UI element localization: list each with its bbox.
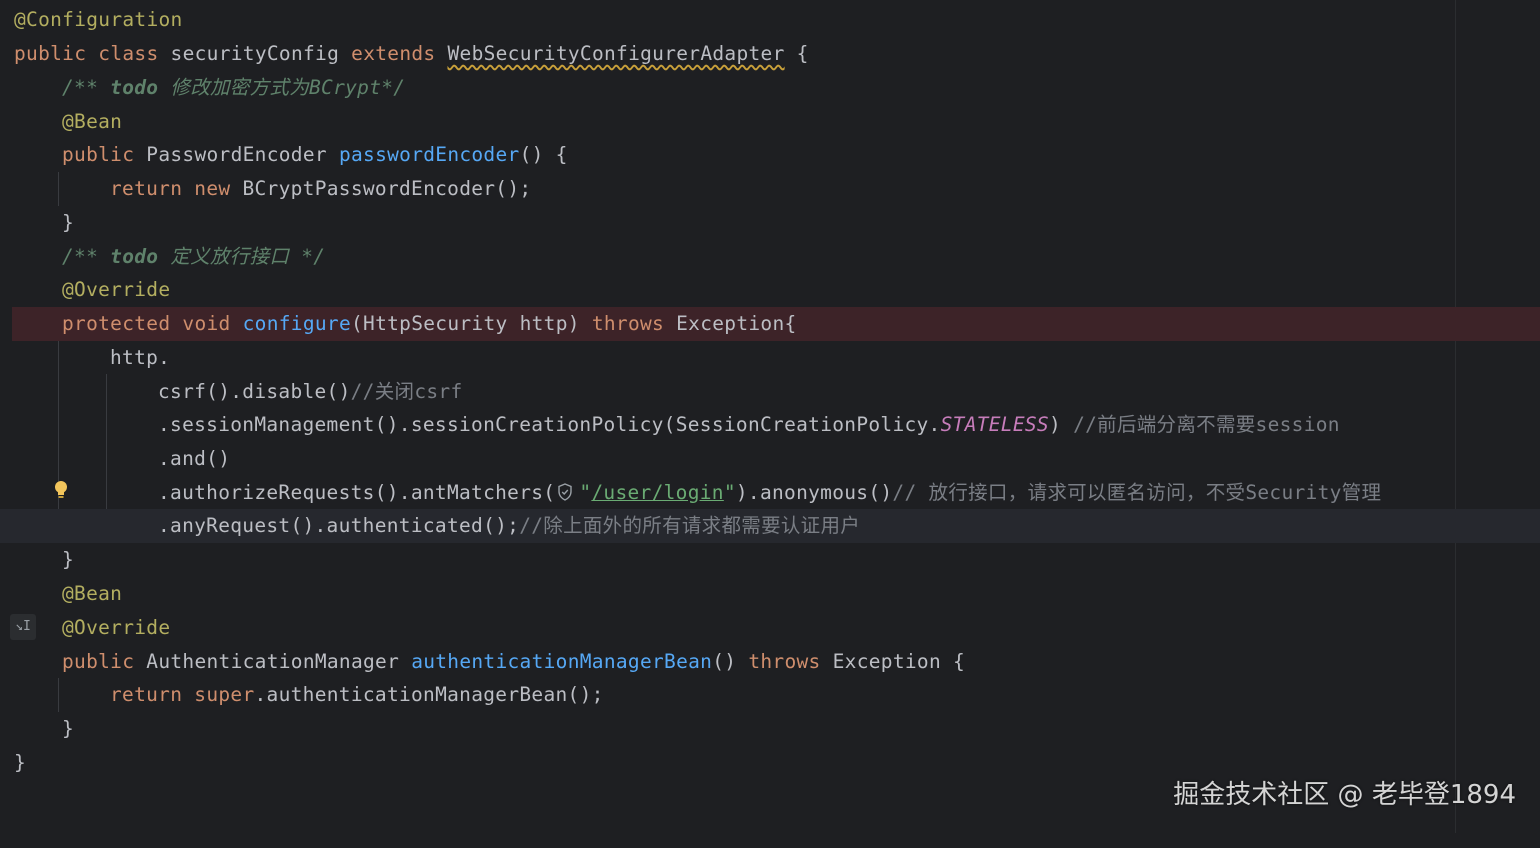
code-line-20[interactable]: public AuthenticationManager authenticat… — [0, 645, 1540, 679]
code-line-15[interactable]: .authorizeRequests().antMatchers( "/user/… — [0, 476, 1540, 510]
code-text: () — [712, 650, 737, 673]
class-name: securityConfig — [170, 42, 340, 65]
code-line-12[interactable]: csrf().disable()//关闭csrf — [0, 375, 1540, 409]
method-name[interactable]: configure — [243, 312, 351, 335]
code-line-4[interactable]: @Bean — [0, 105, 1540, 139]
return-type: AuthenticationManager — [146, 650, 400, 673]
annotation: @Override — [62, 278, 171, 301]
brace: } — [14, 751, 27, 774]
brace: } — [62, 211, 75, 234]
keyword: public — [14, 42, 87, 65]
code-text: ) — [1048, 413, 1062, 436]
code-text: .anyRequest().authenticated(); — [158, 514, 520, 537]
doc-text: 定义放行接口 */ — [170, 245, 326, 268]
code-text: () { — [519, 143, 568, 166]
code-line-11[interactable]: http. — [0, 341, 1540, 375]
code-text: BCryptPasswordEncoder(); — [242, 177, 532, 200]
code-line-8[interactable]: /** todo 定义放行接口 */ — [0, 240, 1540, 274]
code-text: csrf().disable() — [158, 380, 351, 403]
shield-icon[interactable] — [555, 482, 575, 502]
keyword: return — [110, 683, 183, 706]
override-gutter-icon[interactable]: ↘I — [10, 614, 36, 640]
url-string[interactable]: /user/login — [591, 481, 723, 504]
code-editor[interactable]: @Configuration public class securityConf… — [0, 0, 1540, 833]
todo-tag: todo — [110, 245, 159, 268]
keyword: public — [62, 650, 135, 673]
code-line-19[interactable]: @Override — [0, 611, 1540, 645]
params: (HttpSecurity http) — [351, 312, 580, 335]
comment: // 放行接口，请求可以匿名访问，不受Security管理 — [892, 481, 1382, 504]
lightbulb-icon[interactable] — [54, 480, 68, 500]
keyword: return — [110, 177, 183, 200]
code-line-10-error-highlight[interactable]: protected void configure(HttpSecurity ht… — [12, 307, 1540, 341]
code-line-5[interactable]: public PasswordEncoder passwordEncoder()… — [0, 138, 1540, 172]
code-line-7[interactable]: } — [0, 206, 1540, 240]
keyword: new — [194, 177, 231, 200]
annotation: @Bean — [62, 110, 123, 133]
comment: //关闭csrf — [350, 380, 463, 403]
keyword: extends — [351, 42, 436, 65]
method-name[interactable]: passwordEncoder — [339, 143, 520, 166]
brace: } — [62, 717, 75, 740]
return-type: PasswordEncoder — [146, 143, 327, 166]
code-line-17[interactable]: } — [0, 543, 1540, 577]
code-line-22[interactable]: } — [0, 712, 1540, 746]
keyword: public — [62, 143, 135, 166]
code-text: .authorizeRequests().antMatchers( — [158, 481, 556, 504]
annotation: @Override — [62, 616, 171, 639]
keyword: throws — [591, 312, 665, 335]
keyword: void — [182, 312, 231, 335]
code-line-13[interactable]: .sessionManagement().sessionCreationPoli… — [0, 408, 1540, 442]
keyword: protected — [62, 312, 171, 335]
code-line-1[interactable]: @Configuration — [0, 3, 1540, 37]
doc-open: /** — [62, 245, 99, 268]
code-text: http. — [110, 346, 171, 369]
todo-tag: todo — [110, 76, 159, 99]
keyword: class — [98, 42, 159, 65]
code-text: Exception { — [832, 650, 966, 673]
code-line-16-current[interactable]: .anyRequest().authenticated();//除上面外的所有请… — [0, 509, 1540, 543]
code-text: .authenticationManagerBean(); — [254, 683, 604, 706]
comment: //除上面外的所有请求都需要认证用户 — [519, 514, 861, 537]
brace: } — [62, 548, 75, 571]
quote: " — [579, 481, 592, 504]
quote: " — [723, 481, 736, 504]
comment: //前后端分离不需要session — [1073, 413, 1340, 436]
watermark: 掘金技术社区 @ 老毕登1894 — [1173, 780, 1516, 810]
code-text: .sessionManagement().sessionCreationPoli… — [158, 413, 941, 436]
code-line-2[interactable]: public class securityConfig extends WebS… — [0, 37, 1540, 71]
code-text: ).anonymous() — [735, 481, 893, 504]
method-name[interactable]: authenticationManagerBean — [411, 650, 712, 673]
code-line-14[interactable]: .and() — [0, 442, 1540, 476]
code-line-6[interactable]: return new BCryptPasswordEncoder(); — [0, 172, 1540, 206]
keyword: throws — [748, 650, 821, 673]
parent-class[interactable]: WebSecurityConfigurerAdapter — [447, 42, 784, 65]
keyword: super — [194, 683, 255, 706]
annotation: @Bean — [62, 582, 123, 605]
annotation: @Configuration — [14, 8, 183, 31]
doc-text: 修改加密方式为BCrypt*/ — [170, 76, 406, 99]
brace: { — [796, 42, 809, 65]
code-line-9[interactable]: @Override — [0, 273, 1540, 307]
doc-open: /** — [62, 76, 99, 99]
code-line-18[interactable]: @Bean — [0, 577, 1540, 611]
code-text: .and() — [158, 447, 231, 470]
constant: STATELESS — [940, 413, 1049, 436]
code-text: Exception{ — [676, 312, 797, 335]
code-line-3[interactable]: /** todo 修改加密方式为BCrypt*/ — [0, 71, 1540, 105]
code-line-21[interactable]: return super.authenticationManagerBean()… — [0, 678, 1540, 712]
